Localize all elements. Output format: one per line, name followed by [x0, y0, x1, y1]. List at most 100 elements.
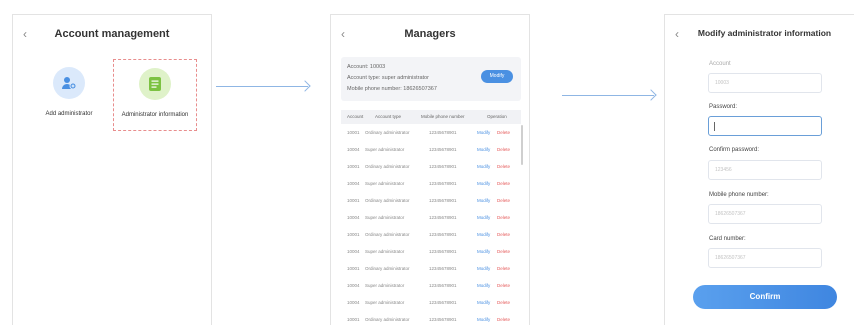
cell-mobile: 12345678901	[429, 130, 457, 135]
account-type-line: Account type: super administrator	[347, 75, 429, 81]
column-header: Account type	[375, 114, 402, 119]
page-title: Managers	[404, 28, 456, 40]
column-header: Mobile phone number	[421, 114, 465, 119]
account-line: Account: 10003	[347, 64, 386, 70]
cell-mobile: 12345678901	[429, 317, 457, 322]
cell-account: 10001	[347, 198, 360, 203]
account-management-screen: ‹ Account management Add administrator A…	[12, 14, 212, 325]
row-delete-link[interactable]: Delete	[497, 300, 510, 305]
document-icon	[139, 68, 171, 100]
cell-type: Super administrator	[365, 283, 405, 288]
cell-type: Ordinary administrator	[365, 266, 410, 271]
cell-mobile: 12345678901	[429, 198, 457, 203]
cell-type: Ordinary administrator	[365, 198, 410, 203]
modify-button[interactable]: Modify	[481, 70, 513, 83]
table-row: 10004 Super administrator 12345678901 Modif…	[341, 245, 521, 259]
confirm-password-field[interactable]: 123456	[708, 160, 822, 180]
row-modify-link[interactable]: Modify	[477, 266, 490, 271]
cell-type: Ordinary administrator	[365, 317, 410, 322]
cell-mobile: 12345678901	[429, 164, 457, 169]
table-row: 10001 Ordinary administrator 12345678901 Mo…	[341, 194, 521, 208]
row-delete-link[interactable]: Delete	[497, 181, 510, 186]
card-number-label: Card number:	[709, 236, 746, 242]
cell-mobile: 12345678901	[429, 232, 457, 237]
account-label: Account	[709, 61, 731, 67]
header: ‹ Modify administrator information	[665, 15, 854, 53]
cell-type: Super administrator	[365, 300, 405, 305]
table-row: 10004 Super administrator 12345678901 Modif…	[341, 279, 521, 293]
user-add-icon	[53, 67, 85, 99]
modify-administrator-screen: ‹ Modify administrator information Accou…	[664, 14, 854, 325]
managers-screen: ‹ Managers Account: 10003 Account type: …	[330, 14, 530, 325]
header: ‹ Account management	[13, 15, 211, 53]
password-label: Password:	[709, 104, 738, 110]
cell-account: 10004	[347, 283, 360, 288]
cell-type: Super administrator	[365, 249, 405, 254]
cell-type: Ordinary administrator	[365, 130, 410, 135]
cell-account: 10001	[347, 266, 360, 271]
account-placeholder: 10003	[715, 80, 729, 86]
cell-mobile: 12345678901	[429, 283, 457, 288]
cell-account: 10004	[347, 147, 360, 152]
cell-account: 10001	[347, 317, 360, 322]
table-row: 10004 Super administrator 12345678901 Modif…	[341, 143, 521, 157]
cell-account: 10001	[347, 164, 360, 169]
row-delete-link[interactable]: Delete	[497, 266, 510, 271]
tile-label: Add administrator	[45, 111, 93, 117]
row-delete-link[interactable]: Delete	[497, 198, 510, 203]
table-row: 10001 Ordinary administrator 12345678901 Mo…	[341, 126, 521, 140]
cell-mobile: 12345678901	[429, 215, 457, 220]
cell-mobile: 12345678901	[429, 181, 457, 186]
row-modify-link[interactable]: Modify	[477, 249, 490, 254]
cell-account: 10004	[347, 215, 360, 220]
row-modify-link[interactable]: Modify	[477, 232, 490, 237]
cell-account: 10001	[347, 232, 360, 237]
row-delete-link[interactable]: Delete	[497, 147, 510, 152]
row-delete-link[interactable]: Delete	[497, 130, 510, 135]
row-delete-link[interactable]: Delete	[497, 249, 510, 254]
row-modify-link[interactable]: Modify	[477, 130, 490, 135]
flow-arrow-right-icon	[562, 95, 654, 96]
table-row: 10004 Super administrator 12345678901 Modif…	[341, 177, 521, 191]
row-modify-link[interactable]: Modify	[477, 147, 490, 152]
row-delete-link[interactable]: Delete	[497, 283, 510, 288]
add-administrator-tile[interactable]: Add administrator	[27, 59, 111, 131]
row-modify-link[interactable]: Modify	[477, 164, 490, 169]
row-modify-link[interactable]: Modify	[477, 198, 490, 203]
confirm-button[interactable]: Confirm	[693, 285, 837, 309]
mobile-line: Mobile phone number: 18626507367	[347, 86, 437, 92]
cell-type: Ordinary administrator	[365, 164, 410, 169]
administrator-information-tile[interactable]: Administrator information	[113, 59, 197, 131]
row-modify-link[interactable]: Modify	[477, 215, 490, 220]
confirm-password-label: Confirm password:	[709, 147, 760, 153]
current-account-card: Account: 10003 Account type: super admin…	[341, 57, 521, 101]
mobile-label: Mobile phone number:	[709, 192, 769, 198]
card-number-field[interactable]: 18626507367	[708, 248, 822, 268]
cell-mobile: 12345678901	[429, 266, 457, 271]
flow-arrow-right-icon	[216, 86, 308, 87]
row-modify-link[interactable]: Modify	[477, 300, 490, 305]
mobile-field[interactable]: 18626507367	[708, 204, 822, 224]
row-delete-link[interactable]: Delete	[497, 232, 510, 237]
cell-account: 10004	[347, 249, 360, 254]
cell-type: Super administrator	[365, 215, 405, 220]
scrollbar[interactable]	[521, 125, 523, 165]
row-delete-link[interactable]: Delete	[497, 164, 510, 169]
cell-account: 10004	[347, 181, 360, 186]
text-caret	[714, 122, 715, 131]
table-row: 10001 Ordinary administrator 12345678901 Mo…	[341, 313, 521, 325]
table-row: 10004 Super administrator 12345678901 Modif…	[341, 296, 521, 310]
confirm-password-placeholder: 123456	[715, 167, 732, 173]
row-modify-link[interactable]: Modify	[477, 283, 490, 288]
header: ‹ Managers	[331, 15, 529, 53]
row-modify-link[interactable]: Modify	[477, 317, 490, 322]
column-header: Operation	[487, 114, 507, 119]
table-header: Account Account type Mobile phone number…	[341, 110, 521, 124]
row-delete-link[interactable]: Delete	[497, 215, 510, 220]
row-delete-link[interactable]: Delete	[497, 317, 510, 322]
row-modify-link[interactable]: Modify	[477, 181, 490, 186]
cell-type: Super administrator	[365, 181, 405, 186]
cell-mobile: 12345678901	[429, 300, 457, 305]
password-field[interactable]	[708, 116, 822, 136]
table-row: 10004 Super administrator 12345678901 Modif…	[341, 211, 521, 225]
